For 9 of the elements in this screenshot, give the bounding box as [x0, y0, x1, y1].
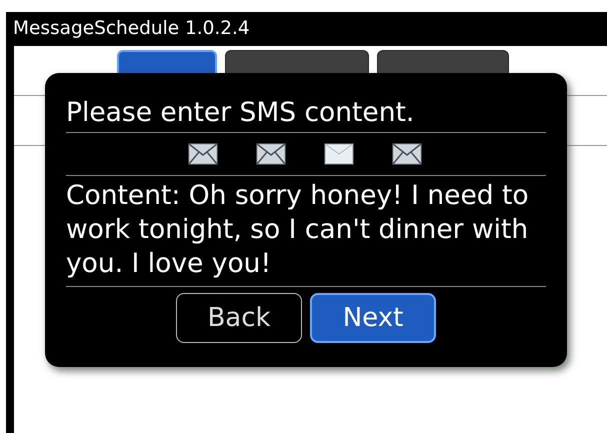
envelope-icon[interactable]	[392, 143, 422, 165]
envelope-icon[interactable]	[324, 143, 354, 165]
envelope-icon[interactable]	[256, 143, 286, 165]
sms-content: Content: Oh sorry honey! I need to work tonight, so I can't dinner with you. I love you!	[66, 176, 546, 287]
dialog-button[interactable]: Next	[310, 293, 436, 343]
dialog-title: Please enter SMS content.	[66, 97, 546, 133]
window-title: MessageSchedule 1.0.2.4	[13, 17, 251, 41]
envelope-icon[interactable]	[188, 143, 218, 165]
dialog-button[interactable]: Back	[176, 293, 302, 343]
